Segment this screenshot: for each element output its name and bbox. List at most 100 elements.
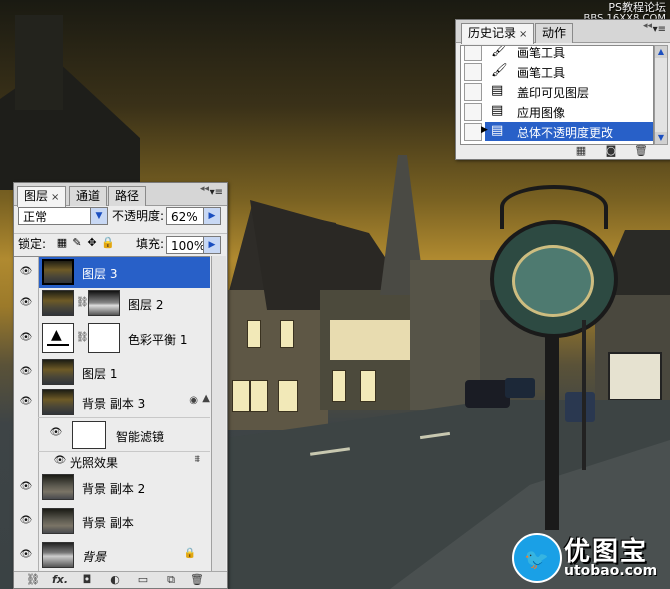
layer-name: 色彩平衡 1 xyxy=(128,333,188,347)
layer-name: 背景 副本 xyxy=(82,516,134,530)
watermark-brand-url: utobao.com xyxy=(564,563,658,579)
eye-icon[interactable]: 👁 xyxy=(18,514,34,528)
layers-panel: 图层 × 通道 路径 ◂◂ ▾≡ 正常 ▼ 不透明度: 62% ▶ 锁定: ▦ ✎… xyxy=(13,182,228,589)
new-group-icon[interactable]: ▭ xyxy=(136,574,150,586)
layer-row[interactable]: 👁 图层 1 xyxy=(14,357,210,388)
layer-row[interactable]: 👁 图层 3 xyxy=(14,257,210,289)
filter-name: 光照效果 xyxy=(70,456,119,470)
tab-channels[interactable]: 通道 xyxy=(69,186,108,206)
snapshot-source-checkbox[interactable] xyxy=(464,46,482,61)
eye-icon[interactable]: 👁 xyxy=(18,265,34,279)
layer-row[interactable]: 👁 背景 副本 2 xyxy=(14,470,210,505)
snapshot-source-checkbox[interactable] xyxy=(464,63,482,81)
layer-mask-thumbnail[interactable] xyxy=(88,290,120,316)
eye-icon[interactable]: 👁 xyxy=(52,454,68,468)
chevron-down-icon: ▼ xyxy=(90,208,107,224)
chain-link-icon[interactable]: ⛓ xyxy=(76,331,89,345)
layer-mask-thumbnail[interactable] xyxy=(88,323,120,353)
lock-transparency-icon[interactable]: ▦ xyxy=(56,237,68,249)
panel-menu-icon[interactable]: ▾≡ xyxy=(653,24,666,35)
adjustment-layer-icon[interactable]: ◐ xyxy=(108,574,122,586)
collapse-icon[interactable]: ◂◂ xyxy=(200,184,209,194)
close-icon[interactable]: × xyxy=(519,29,527,40)
snapshot-source-checkbox[interactable] xyxy=(464,123,482,141)
collapse-icon[interactable]: ◂◂ xyxy=(643,21,652,31)
close-icon[interactable]: × xyxy=(51,192,59,203)
lock-icon: 🔒 xyxy=(183,548,196,559)
chevron-right-icon[interactable]: ▶ xyxy=(203,237,220,253)
layers-list: 👁 图层 3 👁 ⛓ 图层 2 👁 ▲ ⛓ 色彩平衡 1 👁 图层 1 👁 背景… xyxy=(14,256,210,573)
trash-icon[interactable]: 🗑 xyxy=(634,145,648,157)
chevron-right-icon[interactable]: ▶ xyxy=(203,208,220,224)
blend-opacity-row: 正常 ▼ 不透明度: 62% ▶ xyxy=(14,207,227,231)
opacity-input[interactable]: 62% ▶ xyxy=(166,207,221,225)
lock-pixels-icon[interactable]: ✎ xyxy=(71,237,83,249)
scroll-up-icon[interactable]: ▲ xyxy=(655,46,667,58)
filter-row[interactable]: 👁 光照效果 ⩩ xyxy=(38,451,210,470)
history-panel: 历史记录 × 动作 ◂◂ ▾≡ 🖌 画笔工具 🖌 画笔工具 ▤ 盖印可见图层 ▤ … xyxy=(455,19,670,160)
tab-actions[interactable]: 动作 xyxy=(535,23,574,43)
smart-object-layer-group[interactable]: 👁 背景 副本 3 ◉ ▲ 👁 智能滤镜 👁 光照效果 ⩩ xyxy=(14,387,210,471)
link-layers-icon[interactable]: ⛓ xyxy=(26,574,40,586)
filter-blending-options-icon[interactable]: ⩩ xyxy=(195,454,200,465)
eye-icon[interactable]: 👁 xyxy=(18,365,34,379)
eye-icon[interactable]: 👁 xyxy=(48,426,64,440)
history-item[interactable]: ▤ 应用图像 xyxy=(461,102,653,121)
lock-label: 锁定: xyxy=(18,237,47,251)
history-tabbar: 历史记录 × 动作 ◂◂ ▾≡ xyxy=(456,20,670,44)
smart-filters-row[interactable]: 👁 智能滤镜 xyxy=(38,417,210,452)
eye-icon[interactable]: 👁 xyxy=(18,548,34,562)
scroll-down-icon[interactable]: ▼ xyxy=(655,132,667,144)
new-layer-icon[interactable]: ⧉ xyxy=(164,574,178,586)
layers-scrollbar[interactable] xyxy=(211,256,226,572)
smart-filters-label: 智能滤镜 xyxy=(116,430,165,444)
new-document-from-state-icon[interactable]: ▦ xyxy=(574,145,588,157)
collapse-effects-icon[interactable]: ▲ xyxy=(202,393,210,404)
panel-menu-icon[interactable]: ▾≡ xyxy=(210,187,223,198)
blend-mode-select[interactable]: 正常 ▼ xyxy=(18,207,108,225)
history-footer: ▦ ◙ 🗑 xyxy=(456,145,670,159)
fx-icon[interactable]: fx. xyxy=(52,574,68,586)
layer-row[interactable]: 👁 ▲ ⛓ 色彩平衡 1 xyxy=(14,319,210,358)
smart-object-icon: ◉ xyxy=(189,395,198,406)
history-item-label: 总体不透明度更改 xyxy=(517,126,614,140)
history-item-label: 画笔工具 xyxy=(517,66,566,80)
lock-position-icon[interactable]: ✥ xyxy=(86,237,98,249)
lock-fill-row: 锁定: ▦ ✎ ✥ 🔒 填充: 100% ▶ xyxy=(14,233,227,258)
history-state-slider-icon[interactable]: ▶ xyxy=(481,125,488,135)
fill-input[interactable]: 100% ▶ xyxy=(166,236,221,254)
layer-name: 图层 1 xyxy=(82,367,118,381)
lock-all-icon[interactable]: 🔒 xyxy=(101,237,115,249)
history-item[interactable]: 🖌 画笔工具 xyxy=(461,62,653,81)
eye-icon[interactable]: 👁 xyxy=(18,480,34,494)
history-list: 🖌 画笔工具 🖌 画笔工具 ▤ 盖印可见图层 ▤ 应用图像 ▶ ▤ 总体不透明度… xyxy=(460,45,654,145)
history-item-selected[interactable]: ▶ ▤ 总体不透明度更改 xyxy=(461,122,653,141)
layer-thumbnail xyxy=(42,389,74,415)
filter-mask-thumbnail[interactable] xyxy=(72,421,106,449)
snapshot-source-checkbox[interactable] xyxy=(464,83,482,101)
history-item[interactable]: ▤ 盖印可见图层 xyxy=(461,82,653,101)
eye-icon[interactable]: 👁 xyxy=(18,331,34,345)
document-icon: ▤ xyxy=(491,123,504,138)
layer-row[interactable]: 👁 ⛓ 图层 2 xyxy=(14,288,210,320)
brush-icon: 🖌 xyxy=(491,45,508,58)
tab-history-label: 历史记录 xyxy=(468,26,517,40)
history-item-label: 盖印可见图层 xyxy=(517,86,590,100)
layer-row[interactable]: 👁 背景 🔒 xyxy=(14,538,210,573)
trash-icon[interactable]: 🗑 xyxy=(190,574,204,586)
layer-row[interactable]: 👁 背景 副本 xyxy=(14,504,210,539)
new-snapshot-icon[interactable]: ◙ xyxy=(604,145,618,157)
tab-paths[interactable]: 路径 xyxy=(108,186,147,206)
add-mask-icon[interactable]: ◘ xyxy=(80,574,94,586)
tab-layers[interactable]: 图层 × xyxy=(17,186,67,207)
history-scrollbar[interactable]: ▲ ▼ xyxy=(654,45,668,145)
tab-history[interactable]: 历史记录 × xyxy=(461,23,535,44)
history-item[interactable]: 🖌 画笔工具 xyxy=(461,45,653,61)
eye-icon[interactable]: 👁 xyxy=(18,395,34,409)
snapshot-source-checkbox[interactable] xyxy=(464,103,482,121)
eye-icon[interactable]: 👁 xyxy=(18,296,34,310)
layer-thumbnail xyxy=(42,259,74,285)
layer-thumbnail xyxy=(42,474,74,500)
chain-link-icon[interactable]: ⛓ xyxy=(76,296,89,310)
layer-name: 背景 xyxy=(82,550,107,564)
